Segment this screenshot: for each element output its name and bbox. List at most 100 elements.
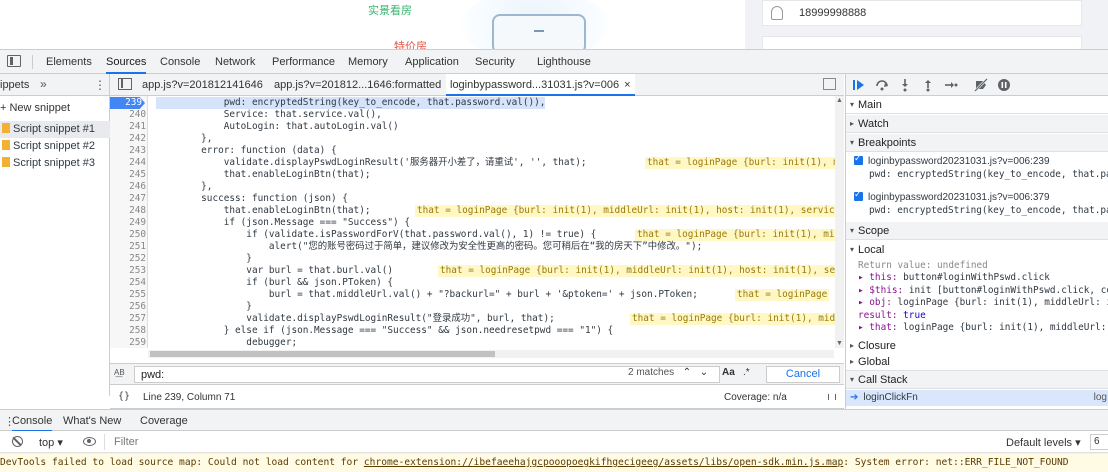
breakpoint-item[interactable]: loginbypassword20231031.js?v=006:379 pwd…: [854, 189, 1108, 216]
breakpoint-checkbox[interactable]: [854, 189, 863, 201]
step-into-icon[interactable]: [898, 78, 912, 92]
code-line[interactable]: 252 }: [110, 253, 835, 265]
section-breakpoints[interactable]: Breakpoints: [846, 134, 1108, 152]
scope-variable[interactable]: ▸ this: button#loginWithPswd.click: [858, 272, 1050, 283]
tab-lighthouse[interactable]: Lighthouse: [537, 50, 591, 74]
issues-badge[interactable]: 6: [1090, 434, 1108, 450]
new-snippet-button[interactable]: + New snippet: [0, 102, 70, 114]
code-line[interactable]: 245 that.enableLoginBtn(that);: [110, 169, 835, 181]
line-number[interactable]: 259: [110, 337, 146, 348]
tab-application[interactable]: Application: [405, 50, 459, 74]
code-line[interactable]: 244 validate.displayPswdLoginResult('服务器…: [110, 157, 835, 169]
line-number[interactable]: 246: [110, 181, 146, 193]
line-number[interactable]: 251: [110, 241, 146, 253]
close-tab-icon[interactable]: ×: [624, 79, 630, 91]
code-line[interactable]: 251 alert("您的账号密码过于简单，建议修改为安全性更高的密码。您可稍后…: [110, 241, 835, 253]
drawer-tab-coverage[interactable]: Coverage: [140, 410, 188, 432]
device-toggle-icon[interactable]: [7, 55, 21, 67]
toggle-navigator-icon[interactable]: [118, 78, 132, 90]
kebab-menu-icon[interactable]: ⋮: [94, 78, 106, 92]
snippet-item[interactable]: Script snippet #3: [0, 155, 110, 172]
thread-main[interactable]: Main: [846, 96, 1108, 114]
code-line[interactable]: 240 Service: that.service.val(),: [110, 109, 835, 121]
editor-tab-active[interactable]: loginbypassword...31031.js?v=006 ×: [446, 74, 635, 96]
line-number[interactable]: 258: [110, 325, 146, 337]
code-line[interactable]: 242 },: [110, 133, 835, 145]
editor-tab[interactable]: app.js?v=201812...1646:formatted: [270, 74, 445, 96]
pause-on-exceptions-icon[interactable]: [997, 78, 1011, 92]
context-selector[interactable]: top ▾: [39, 436, 63, 449]
code-line[interactable]: 239 pwd: encryptedString(key_to_encode, …: [110, 97, 835, 109]
snippets-tab[interactable]: ippets: [0, 79, 29, 91]
line-number[interactable]: 240: [110, 109, 146, 121]
scroll-down-icon[interactable]: ▼: [836, 340, 843, 347]
deactivate-breakpoints-icon[interactable]: [974, 78, 988, 92]
step-icon[interactable]: [944, 78, 958, 92]
tab-network[interactable]: Network: [215, 50, 255, 74]
code-line[interactable]: 254 if (burl && json.PToken) {: [110, 277, 835, 289]
more-tabs-icon[interactable]: »: [40, 77, 47, 91]
call-frame[interactable]: ➔ loginClickFn log: [846, 390, 1108, 406]
previous-match-icon[interactable]: ⌃: [680, 367, 694, 381]
code-line[interactable]: 259 debugger;: [110, 337, 835, 348]
log-levels-dropdown[interactable]: Default levels ▾: [1006, 436, 1081, 449]
code-line[interactable]: 253 var burl = that.burl.val() that = log…: [110, 265, 835, 277]
section-watch[interactable]: Watch: [846, 115, 1108, 133]
code-editor[interactable]: 239 pwd: encryptedString(key_to_encode, …: [110, 96, 835, 348]
resume-icon[interactable]: [852, 78, 866, 92]
section-call-stack[interactable]: Call Stack: [846, 371, 1108, 389]
tab-memory[interactable]: Memory: [348, 50, 388, 74]
breakpoint-marker[interactable]: 239: [110, 97, 145, 109]
scroll-up-icon[interactable]: ▲: [836, 97, 843, 104]
code-line[interactable]: 250 if (validate.isPasswordForV(that.pas…: [110, 229, 835, 241]
scope-variable[interactable]: ▸ $this: init [button#loginWithPswd.clic…: [858, 285, 1108, 296]
code-line[interactable]: 248 that.enableLoginBtn(that); that = log…: [110, 205, 835, 217]
line-number[interactable]: 243: [110, 145, 146, 157]
line-number[interactable]: 245: [110, 169, 146, 181]
regex-button[interactable]: .*: [743, 367, 750, 378]
scrollbar-thumb[interactable]: [150, 351, 495, 357]
tab-security[interactable]: Security: [475, 50, 515, 74]
source-map-link[interactable]: chrome-extension://ibefaeehajgcpooopoegk…: [364, 457, 843, 468]
scope-local[interactable]: Local: [846, 241, 1108, 259]
line-number[interactable]: 257: [110, 313, 146, 325]
line-number[interactable]: 253: [110, 265, 146, 277]
toggle-debugger-icon[interactable]: [823, 78, 836, 90]
coverage-icon[interactable]: [828, 394, 836, 400]
section-scope[interactable]: Scope: [846, 222, 1108, 240]
code-line[interactable]: 256 }: [110, 301, 835, 313]
code-line[interactable]: 258 } else if (json.Message === "Success…: [110, 325, 835, 337]
console-filter-input[interactable]: Filter: [114, 436, 138, 448]
code-line[interactable]: 257 validate.displayPswdLoginResult("登录成…: [110, 313, 835, 325]
replace-toggle-icon[interactable]: A͟B: [114, 368, 125, 377]
line-number[interactable]: 248: [110, 205, 146, 217]
cancel-button[interactable]: Cancel: [766, 366, 840, 383]
code-line[interactable]: 249 if (json.Message === "Success") {: [110, 217, 835, 229]
tab-elements[interactable]: Elements: [46, 50, 92, 74]
code-line[interactable]: 243 error: function (data) {: [110, 145, 835, 157]
line-number[interactable]: 256: [110, 301, 146, 313]
line-number[interactable]: 249: [110, 217, 146, 229]
live-expression-icon[interactable]: [83, 437, 96, 446]
line-number[interactable]: 242: [110, 133, 146, 145]
match-case-button[interactable]: Aa: [722, 367, 735, 378]
code-line[interactable]: 246 },: [110, 181, 835, 193]
line-number[interactable]: 255: [110, 289, 146, 301]
frame-location[interactable]: log: [1094, 390, 1107, 406]
snippet-item[interactable]: Script snippet #1: [0, 121, 110, 138]
code-line[interactable]: 241 AutoLogin: that.autoLogin.val(): [110, 121, 835, 133]
editor-tab[interactable]: app.js?v=201812141646: [138, 74, 267, 96]
breakpoint-checkbox[interactable]: [854, 153, 863, 165]
horizontal-scrollbar[interactable]: [148, 350, 834, 358]
scope-variable[interactable]: Return value: undefined: [858, 260, 988, 271]
line-number[interactable]: 247: [110, 193, 146, 205]
line-number[interactable]: 244: [110, 157, 146, 169]
snippet-item[interactable]: Script snippet #2: [0, 138, 110, 155]
step-out-icon[interactable]: [921, 78, 935, 92]
password-field[interactable]: [762, 36, 1082, 49]
code-line[interactable]: 247 success: function (json) {: [110, 193, 835, 205]
vertical-scrollbar[interactable]: ▲ ▼: [835, 96, 844, 348]
drawer-tab-console[interactable]: Console: [12, 410, 53, 432]
line-number[interactable]: 252: [110, 253, 146, 265]
breakpoint-item[interactable]: loginbypassword20231031.js?v=006:239 pwd…: [854, 153, 1108, 180]
